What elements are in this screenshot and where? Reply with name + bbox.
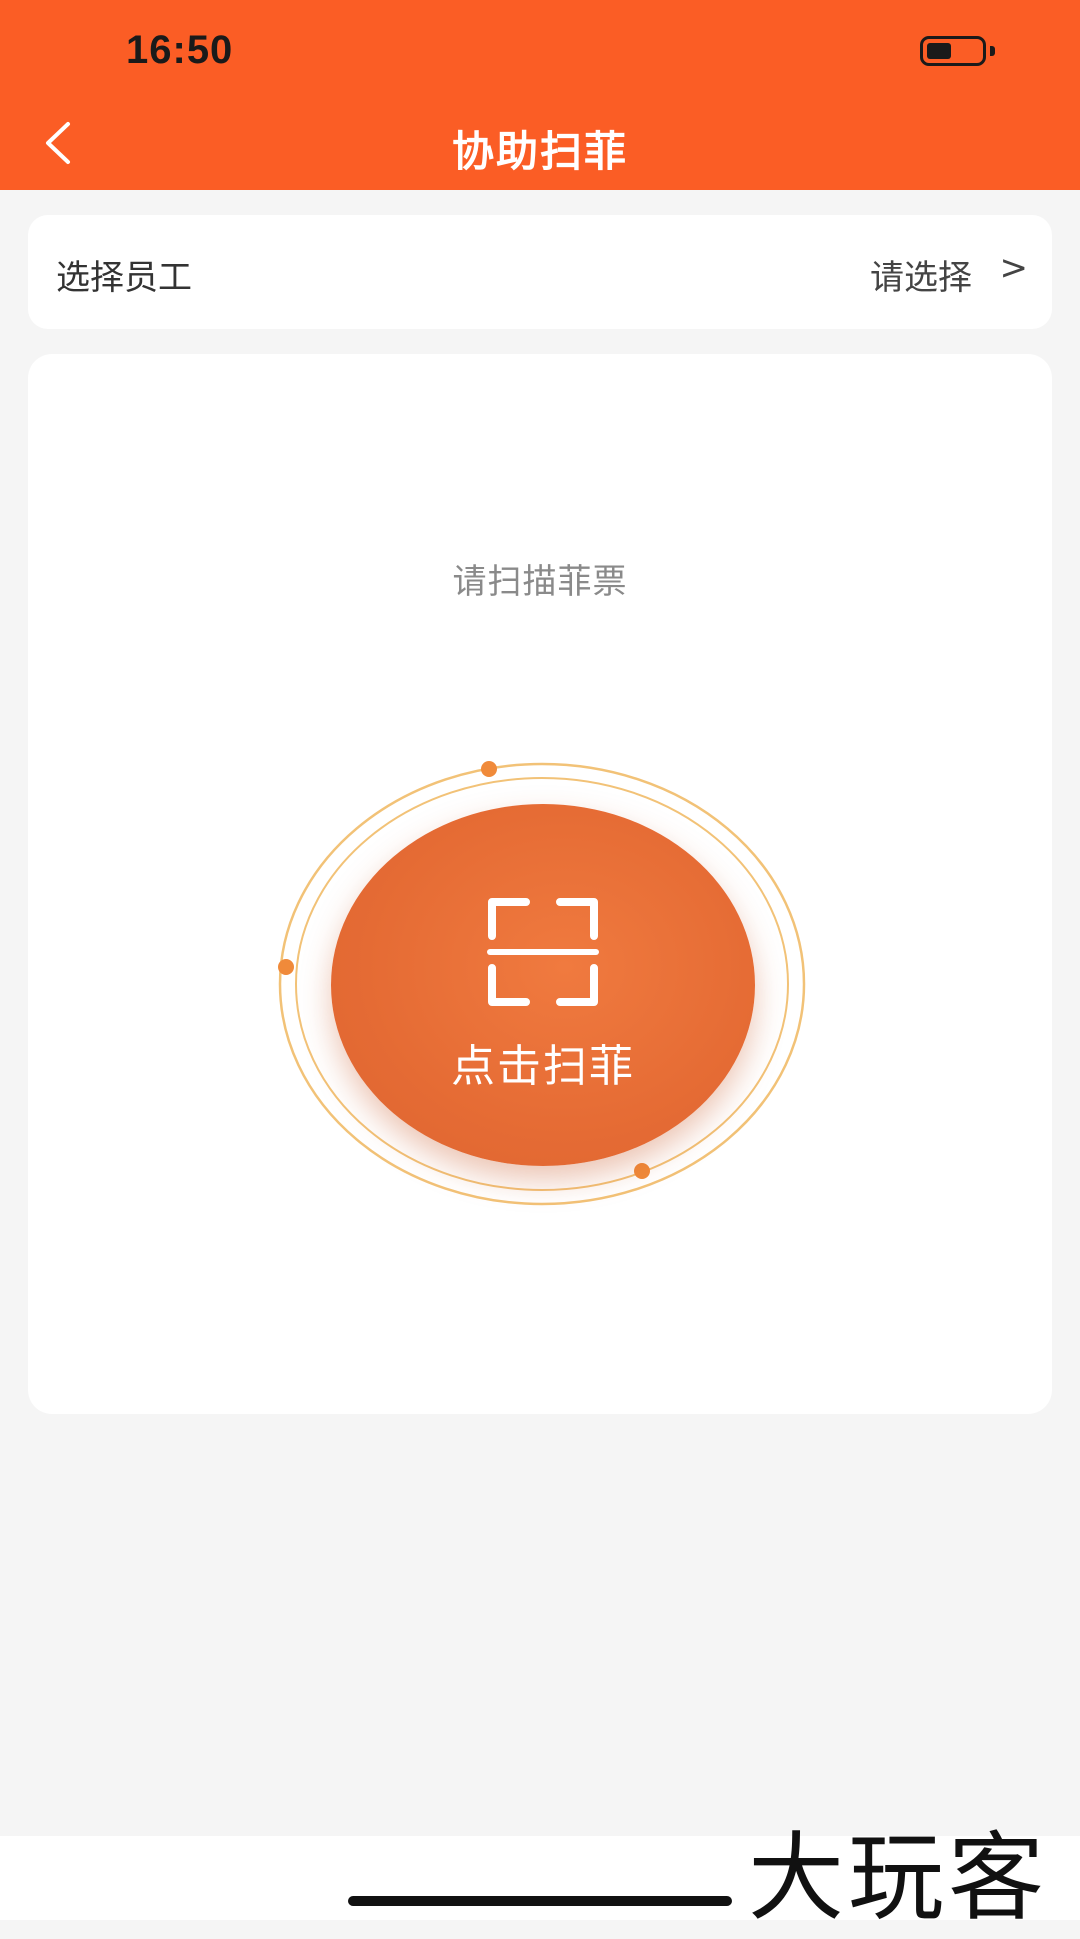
employee-select-label: 选择员工 [56, 258, 192, 298]
home-indicator[interactable] [348, 1896, 732, 1906]
employee-select-row[interactable]: 选择员工 请选择 > [28, 215, 1052, 329]
header-bar: 16:50 协助扫菲 [0, 0, 1080, 190]
battery-tip [990, 46, 995, 56]
scan-frame-icon [487, 898, 599, 1006]
page-title: 协助扫菲 [451, 127, 628, 176]
battery-icon [920, 36, 986, 66]
employee-select-value[interactable]: 请选择 [870, 250, 972, 299]
scan-card: 请扫描菲票 点击扫菲 [28, 354, 1052, 1414]
orbit-dot [481, 761, 497, 777]
scan-button-label: 点击扫菲 [451, 1041, 635, 1092]
orbit-dot [278, 959, 294, 975]
orbit-dot [634, 1163, 650, 1179]
chevron-right-icon: > [999, 248, 1029, 288]
status-time: 16:50 [126, 28, 234, 72]
watermark-logo: 大玩客 [748, 1822, 1048, 1934]
scan-button[interactable]: 点击扫菲 [331, 804, 755, 1166]
